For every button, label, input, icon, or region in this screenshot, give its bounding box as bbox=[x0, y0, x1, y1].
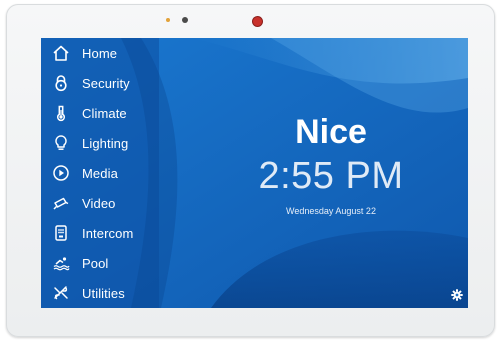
ambient-light-sensor bbox=[166, 18, 170, 22]
clock-time: 2:55 PM bbox=[258, 155, 404, 197]
lock-icon bbox=[50, 72, 72, 94]
sidebar-item-home[interactable]: Home bbox=[41, 40, 151, 66]
sidebar-item-label: Lighting bbox=[82, 135, 129, 151]
sidebar-item-intercom[interactable]: Intercom bbox=[41, 220, 151, 246]
gear-icon bbox=[451, 288, 463, 306]
sidebar-item-label: Security bbox=[82, 75, 130, 91]
clock-date: Wednesday August 22 bbox=[286, 206, 376, 216]
swimmer-icon bbox=[50, 252, 72, 274]
sidebar-item-label: Utilities bbox=[82, 285, 125, 301]
sidebar-item-security[interactable]: Security bbox=[41, 70, 151, 96]
sidebar-item-label: Media bbox=[82, 165, 118, 181]
sidebar-item-label: Climate bbox=[82, 105, 127, 121]
sidebar-item-utilities[interactable]: Utilities bbox=[41, 280, 151, 306]
sidebar-menu: Home Security Climate Lighting Media Vid… bbox=[41, 38, 151, 308]
lightbulb-icon bbox=[50, 132, 72, 154]
sidebar-item-lighting[interactable]: Lighting bbox=[41, 130, 151, 156]
home-icon bbox=[50, 42, 72, 64]
camera-icon bbox=[50, 192, 72, 214]
sidebar-item-video[interactable]: Video bbox=[41, 190, 151, 216]
sidebar-item-media[interactable]: Media bbox=[41, 160, 151, 186]
sidebar-item-climate[interactable]: Climate bbox=[41, 100, 151, 126]
touch-screen: Home Security Climate Lighting Media Vid… bbox=[41, 38, 468, 308]
utilities-icon bbox=[50, 282, 72, 304]
intercom-icon bbox=[50, 222, 72, 244]
camera-lens bbox=[253, 17, 262, 26]
sidebar-item-label: Intercom bbox=[82, 225, 134, 241]
sidebar-item-pool[interactable]: Pool bbox=[41, 250, 151, 276]
sidebar-item-label: Pool bbox=[82, 255, 109, 271]
sidebar-item-label: Home bbox=[82, 45, 118, 61]
play-icon bbox=[50, 162, 72, 184]
proximity-sensor bbox=[182, 17, 188, 23]
sidebar-item-label: Video bbox=[82, 195, 116, 211]
settings-button[interactable] bbox=[450, 288, 464, 306]
thermometer-icon bbox=[50, 102, 72, 124]
brand-title: Nice bbox=[295, 113, 367, 151]
